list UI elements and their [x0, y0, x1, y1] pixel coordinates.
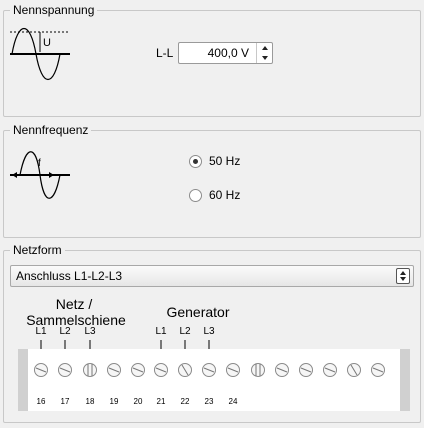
gen-phase-l3: L3 — [203, 326, 215, 337]
netz-label: Netz / — [55, 296, 93, 312]
radio-60hz-label: 60 Hz — [209, 188, 241, 202]
nennfrequenz-title: Nennfrequenz — [10, 123, 92, 137]
arrow-down-icon — [261, 56, 268, 60]
terminal-number: 17 — [60, 397, 70, 406]
arrow-up-icon — [261, 46, 268, 50]
voltage-value[interactable]: 400,0 V — [179, 43, 254, 63]
sine-frequency-icon: f — [10, 151, 70, 199]
spin-down-button[interactable] — [257, 53, 272, 63]
nennspannung-title: Nennspannung — [10, 3, 98, 17]
terminal-number: 16 — [36, 397, 46, 406]
terminal-number: 19 — [109, 397, 119, 406]
spin-buttons — [256, 43, 272, 63]
generator-label: Generator — [166, 304, 230, 320]
netz-phase-l2: L2 — [59, 326, 71, 337]
terminal-number: 24 — [228, 397, 238, 406]
sine-voltage-icon: U — [10, 27, 70, 81]
voltage-spinbox[interactable]: 400,0 V — [178, 42, 273, 64]
connection-select-value: Anschluss L1-L2-L3 — [16, 269, 123, 283]
connection-select[interactable]: Anschluss L1-L2-L3 — [10, 265, 414, 287]
radio-60hz[interactable]: 60 Hz — [189, 188, 240, 202]
ll-label: L-L — [156, 46, 174, 60]
radio-50hz-label: 50 Hz — [209, 154, 241, 168]
gen-phase-l2: L2 — [179, 326, 191, 337]
terminal-screws — [34, 363, 385, 377]
gen-phase-l1: L1 — [155, 326, 167, 337]
voltage-symbol-label: U — [43, 37, 51, 49]
radio-50hz-button[interactable] — [189, 154, 202, 168]
chevron-updown-icon[interactable] — [396, 268, 410, 284]
frequency-symbol-label: f — [38, 158, 41, 169]
radio-selected-dot — [193, 158, 198, 164]
spin-up-button[interactable] — [257, 43, 272, 53]
terminal-number: 18 — [85, 397, 95, 406]
terminal-number: 22 — [180, 397, 190, 406]
terminal-number: 21 — [156, 397, 166, 406]
radio-50hz[interactable]: 50 Hz — [189, 154, 240, 168]
terminal-number: 20 — [133, 397, 143, 406]
radio-60hz-button[interactable] — [189, 188, 202, 202]
terminal-number: 23 — [204, 397, 214, 406]
netzform-title: Netzform — [10, 243, 65, 257]
netz-phase-l1: L1 — [35, 326, 47, 337]
netz-phase-l3: L3 — [84, 326, 96, 337]
